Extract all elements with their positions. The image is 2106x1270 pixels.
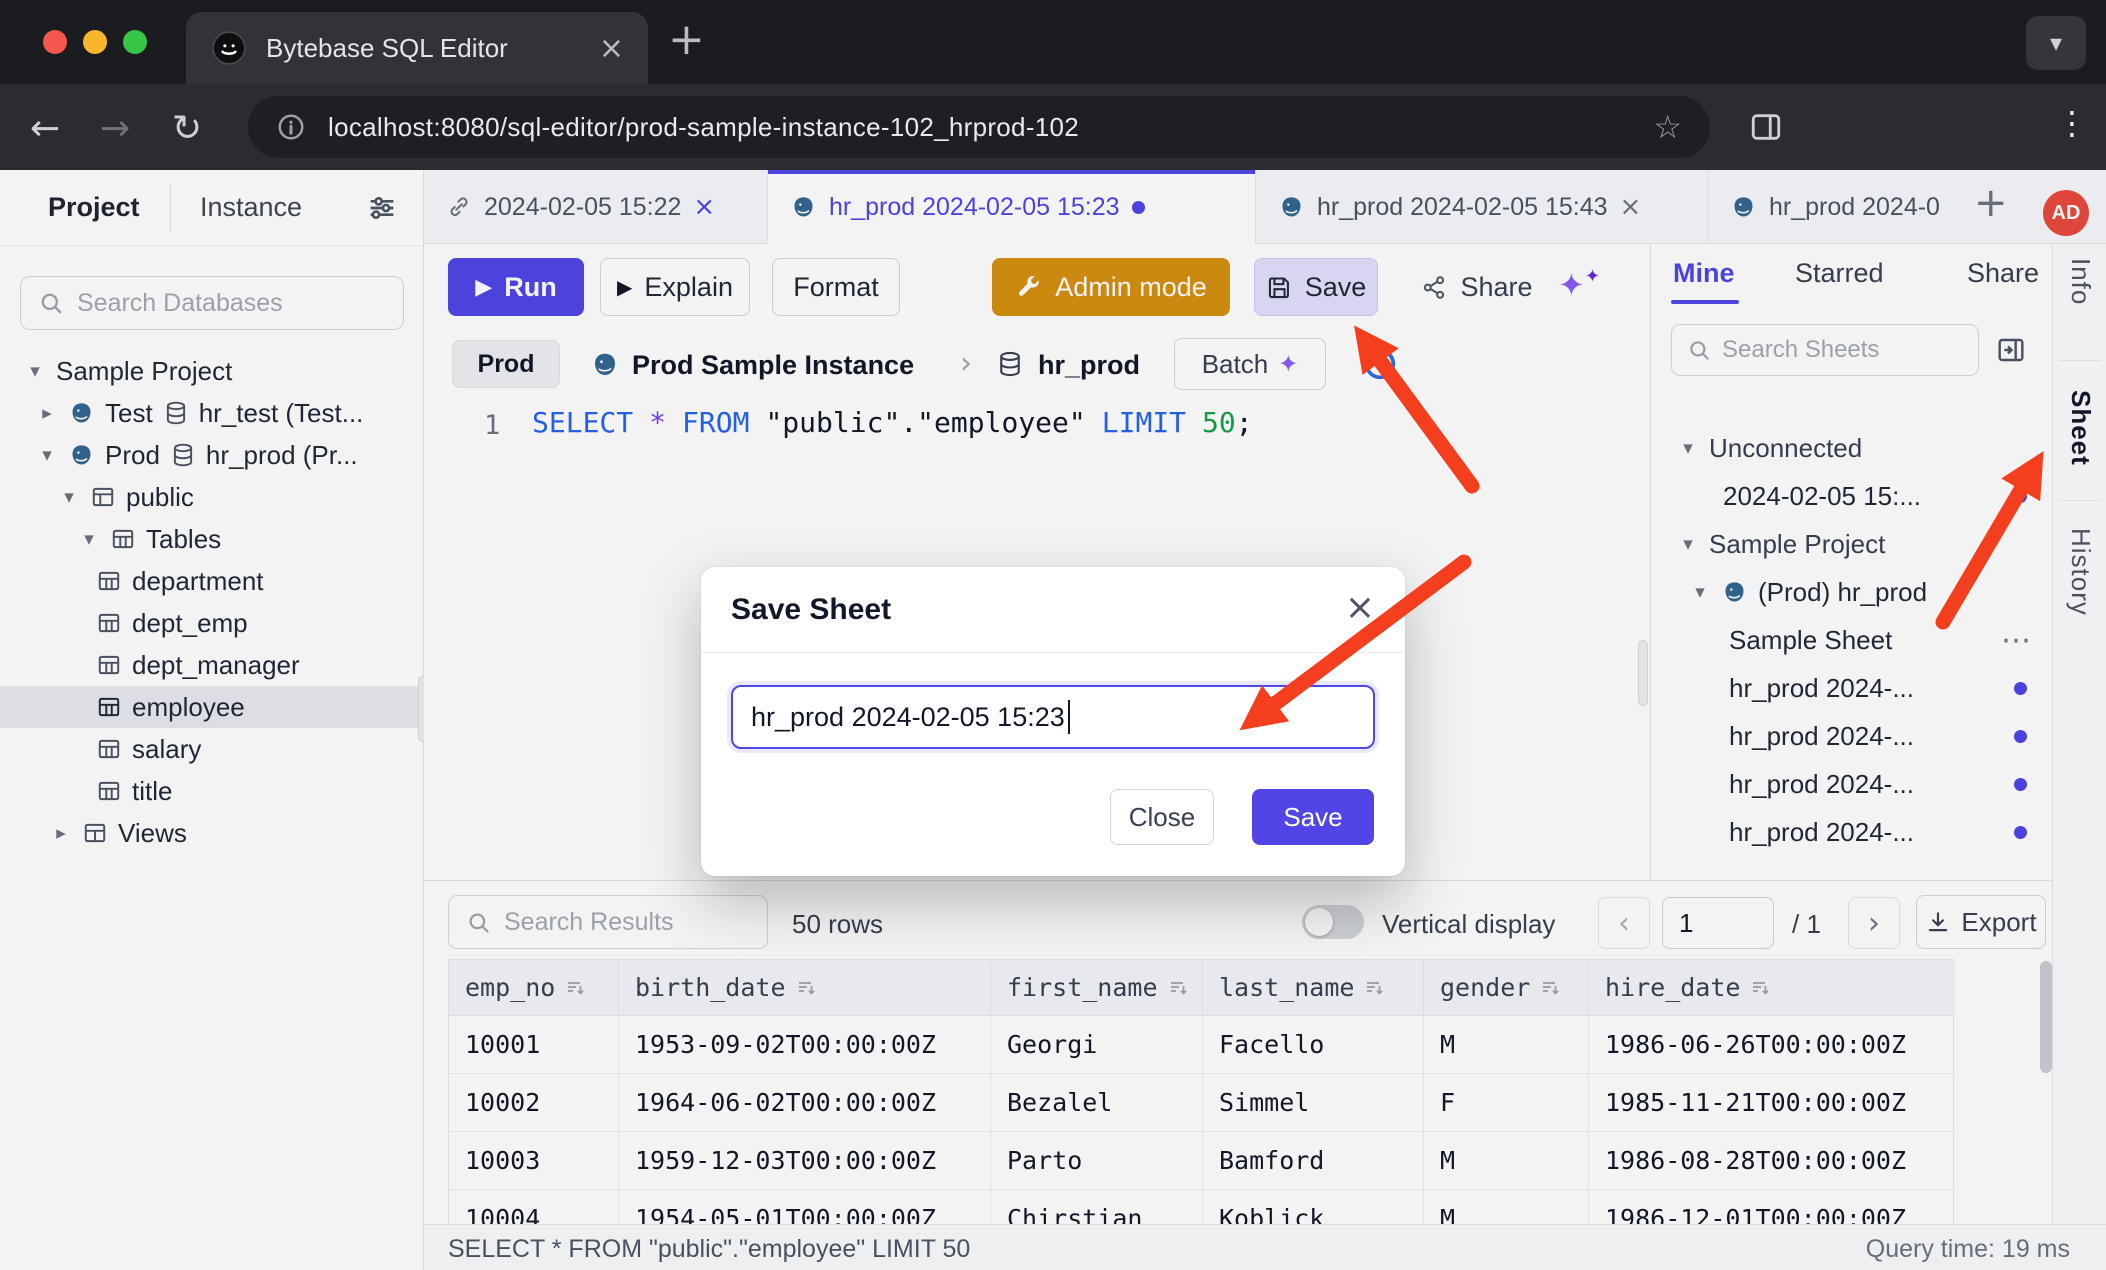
forward-icon[interactable]: →	[100, 108, 130, 149]
tab-close-icon[interactable]: ×	[599, 31, 624, 66]
dialog-close-icon[interactable]: ×	[1345, 587, 1375, 628]
sheet-name-input[interactable]: hr_prod 2024-02-05 15:23	[731, 685, 1375, 749]
browser-tab[interactable]: Bytebase SQL Editor ×	[186, 12, 648, 84]
dialog-divider	[701, 652, 1405, 653]
browser-tab-strip: Bytebase SQL Editor × + ▾	[0, 0, 2106, 84]
dialog-title: Save Sheet	[731, 593, 891, 627]
browser-address-bar: ← → ↻ localhost:8080/sql-editor/prod-sam…	[0, 84, 2106, 170]
dialog-close-button[interactable]: Close	[1110, 789, 1214, 845]
browser-tab-title: Bytebase SQL Editor	[266, 33, 581, 64]
side-panel-icon[interactable]	[1748, 110, 1784, 144]
tab-search-chevron-icon[interactable]: ▾	[2026, 16, 2086, 70]
dialog-save-button[interactable]: Save	[1252, 789, 1374, 845]
text-caret	[1068, 700, 1070, 734]
browser-menu-icon[interactable]: ⋮	[2056, 104, 2088, 142]
new-tab-button[interactable]: +	[668, 14, 705, 65]
reload-icon[interactable]: ↻	[172, 108, 202, 149]
back-icon[interactable]: ←	[30, 108, 60, 149]
url-text: localhost:8080/sql-editor/prod-sample-in…	[328, 112, 1631, 143]
save-sheet-dialog: Save Sheet × hr_prod 2024-02-05 15:23 Cl…	[701, 567, 1405, 876]
traffic-light-minimize[interactable]	[83, 30, 107, 54]
bytebase-logo	[210, 29, 248, 67]
info-icon[interactable]	[276, 112, 306, 142]
url-bar[interactable]: localhost:8080/sql-editor/prod-sample-in…	[248, 96, 1710, 158]
bookmark-star-icon[interactable]: ☆	[1653, 108, 1682, 146]
traffic-light-close[interactable]	[43, 30, 67, 54]
screen: Bytebase SQL Editor × + ▾ ← → ↻ localhos…	[0, 0, 2106, 1270]
traffic-light-zoom[interactable]	[123, 30, 147, 54]
